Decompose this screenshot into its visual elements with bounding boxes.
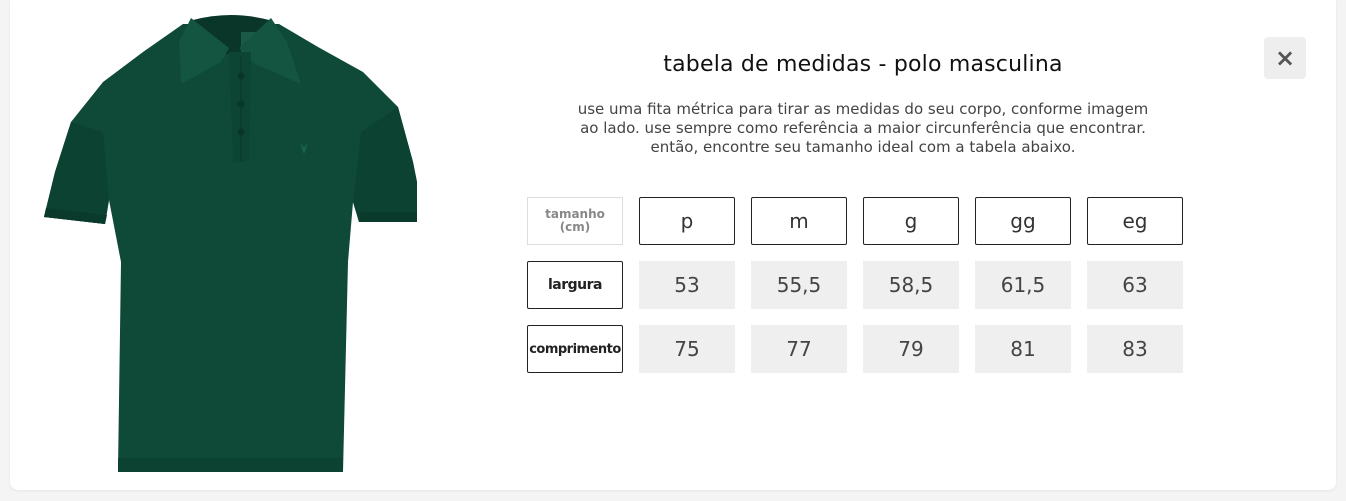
size-chart-modal: × tabela de medidas - polo masculina use… <box>10 0 1336 490</box>
size-cell-eg: eg <box>1087 197 1183 245</box>
size-cell-g: g <box>863 197 959 245</box>
measure-cell: 58,5 <box>863 261 959 309</box>
description-line: ao lado. use sempre como referência a ma… <box>580 119 1146 137</box>
product-image <box>43 12 417 476</box>
size-cell-m: m <box>751 197 847 245</box>
modal-description: use uma fita métrica para tirar as medid… <box>533 100 1193 157</box>
measure-cell: 77 <box>751 325 847 373</box>
row-label-comprimento: comprimento <box>527 325 623 373</box>
polo-shirt-illustration <box>44 15 417 472</box>
size-header-unit: (cm) <box>559 220 591 234</box>
measure-cell: 61,5 <box>975 261 1071 309</box>
size-cell-p: p <box>639 197 735 245</box>
close-icon: × <box>1274 44 1296 72</box>
description-line: use uma fita métrica para tirar as medid… <box>577 100 1149 118</box>
description-line: então, encontre seu tamanho ideal com a … <box>650 138 1076 156</box>
close-button[interactable]: × <box>1264 37 1306 79</box>
size-header-label: tamanho (cm) <box>527 197 623 245</box>
row-label-largura: largura <box>527 261 623 309</box>
measure-cell: 63 <box>1087 261 1183 309</box>
measure-cell: 55,5 <box>751 261 847 309</box>
measure-cell: 83 <box>1087 325 1183 373</box>
size-cell-gg: gg <box>975 197 1071 245</box>
measure-cell: 79 <box>863 325 959 373</box>
measure-cell: 53 <box>639 261 735 309</box>
measure-cell: 81 <box>975 325 1071 373</box>
modal-title: tabela de medidas - polo masculina <box>663 52 1063 77</box>
measure-cell: 75 <box>639 325 735 373</box>
